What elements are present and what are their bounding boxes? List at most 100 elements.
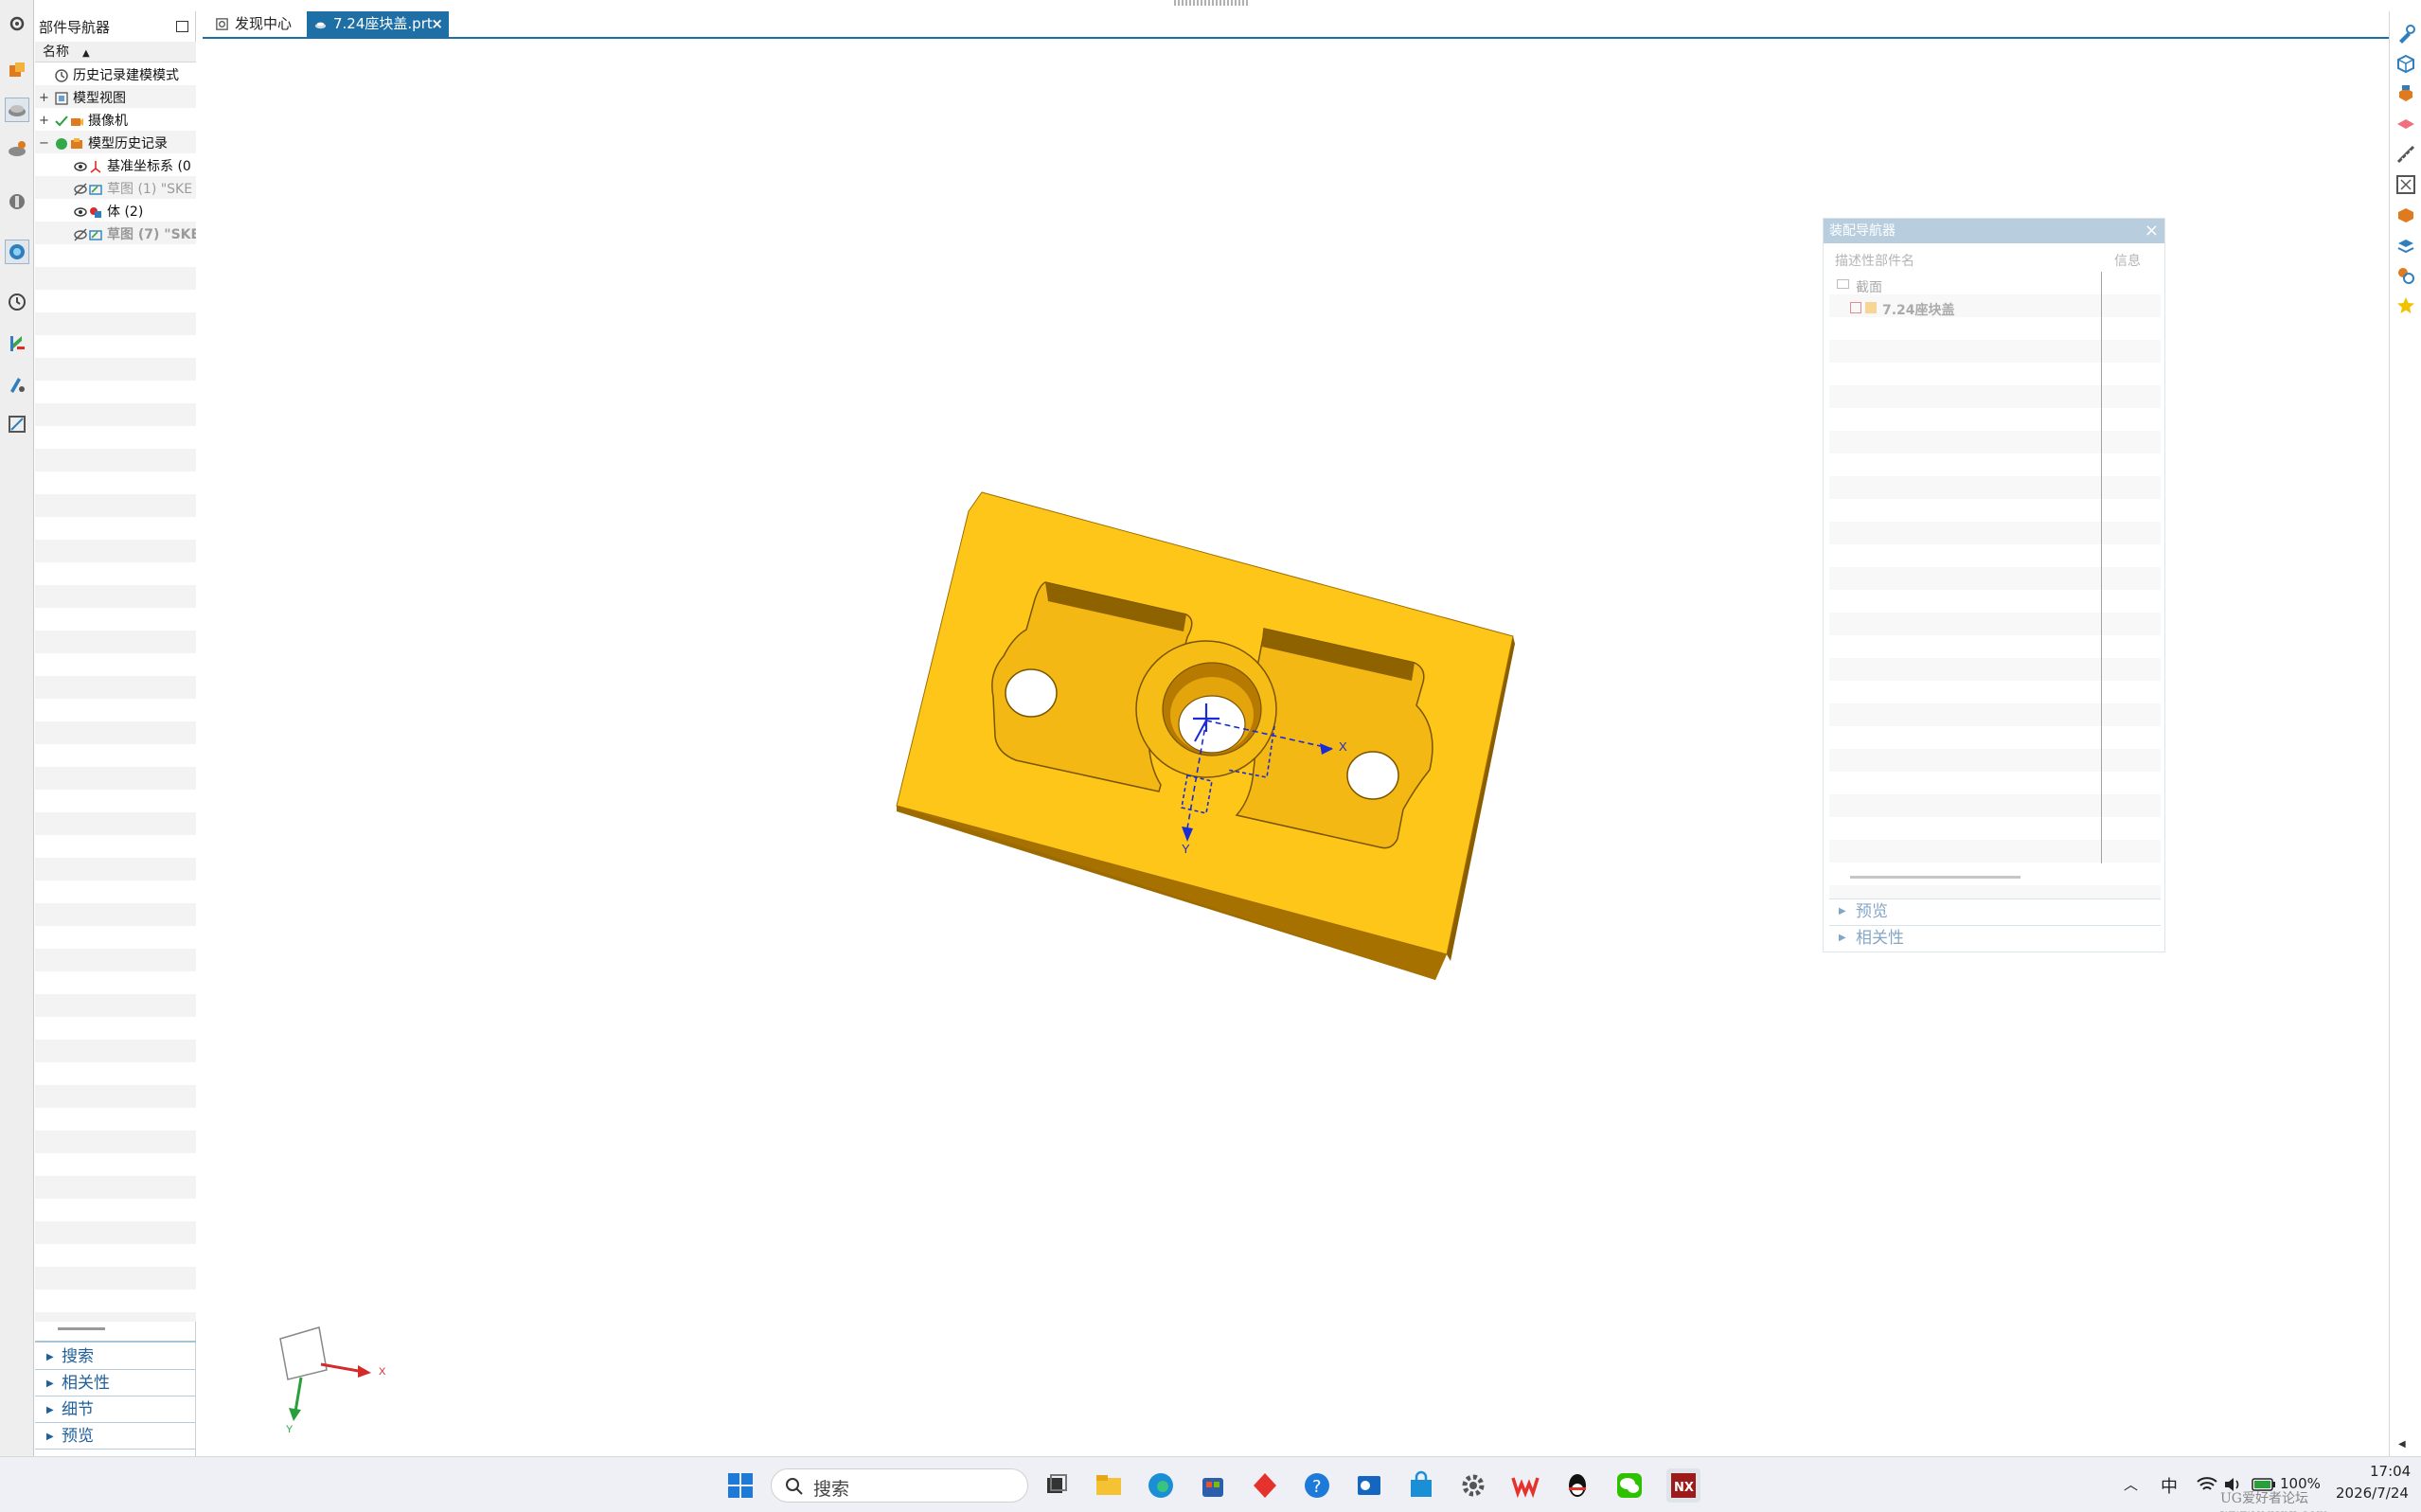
eye-hidden-icon[interactable]	[73, 227, 88, 242]
taskbar-search[interactable]: 搜索	[771, 1468, 1028, 1503]
assembly-navigator-panel[interactable]: 装配导航器 × 描述性部件名 信息 截面 7.24座块盖 ▶ 预览 ▶ 相关性	[1823, 218, 2165, 952]
settings-icon[interactable]	[1456, 1468, 1490, 1503]
tree-row-datum-csys[interactable]: 基准坐标系 (0	[35, 155, 196, 178]
window-grip[interactable]	[1174, 0, 1250, 6]
tab-discovery-center[interactable]: 发现中心	[208, 11, 303, 37]
horizontal-scrollbar[interactable]	[1850, 876, 2020, 879]
assembly-navigator-icon[interactable]	[5, 59, 29, 83]
section-search[interactable]: ▶ 搜索	[35, 1344, 196, 1370]
tree-row-sketch-1[interactable]: 草图 (1) "SKE	[35, 178, 196, 201]
history-clock-icon[interactable]	[5, 290, 29, 314]
body-icon	[90, 207, 101, 218]
expand-icon[interactable]: +	[39, 110, 49, 133]
assembly-row-part[interactable]: 7.24座块盖	[1850, 300, 1955, 319]
triad-y-label: Y	[286, 1424, 294, 1435]
file-explorer-icon[interactable]	[1092, 1468, 1126, 1503]
tree-row-model-history[interactable]: − 模型历史记录	[35, 133, 196, 155]
measure-icon[interactable]	[2394, 143, 2417, 166]
tab-part-file[interactable]: 7.24座块盖.prt ×	[307, 11, 449, 37]
assembly-column-header: 描述性部件名 信息	[1829, 251, 2161, 270]
part-file-icon	[314, 22, 327, 29]
gear-icon[interactable]	[5, 11, 29, 36]
section-details[interactable]: ▶ 细节	[35, 1397, 196, 1423]
assembly-navigator-title[interactable]: 装配导航器 ×	[1824, 219, 2164, 243]
assembly-tree	[1829, 272, 2161, 898]
plane-icon[interactable]	[2394, 113, 2417, 135]
qq-icon[interactable]	[1560, 1468, 1594, 1503]
nx-window: 部件导航器 名称 ▲ 历史记录建模模式 + 模型视图 + 摄像机 − 模型历史记…	[0, 0, 2421, 1512]
camera-icon	[71, 118, 83, 126]
ime-indicator[interactable]: 中	[2161, 1473, 2178, 1498]
section-divider[interactable]	[35, 1341, 196, 1343]
tree-row-history-mode[interactable]: 历史记录建模模式	[35, 64, 196, 87]
wifi-icon[interactable]	[2197, 1476, 2217, 1493]
section-preview[interactable]: ▶ 预览	[1829, 898, 2161, 923]
fit-view-icon[interactable]	[2394, 173, 2417, 196]
view-cube-icon[interactable]	[2394, 52, 2417, 75]
tree-row-cameras[interactable]: + 摄像机	[35, 110, 196, 133]
tab-bar: 发现中心 7.24座块盖.prt ×	[203, 9, 2390, 39]
assembly-row-sections[interactable]: 截面	[1837, 277, 1882, 296]
red-diamond-app-icon[interactable]	[1248, 1468, 1282, 1503]
right-hole	[1346, 751, 1399, 800]
favorite-star-icon[interactable]	[2394, 294, 2417, 317]
watermark: UG爱好者论坛 www.ugsnx.com	[2220, 1491, 2329, 1512]
reuse-library-icon[interactable]	[5, 137, 29, 162]
triangle-right-icon: ▶	[46, 1405, 54, 1415]
left-hole	[1005, 668, 1058, 718]
assembly-constraint-icon[interactable]	[2394, 264, 2417, 287]
expand-icon[interactable]: +	[39, 87, 49, 110]
layers-icon[interactable]	[2394, 234, 2417, 257]
help-icon[interactable]: ?	[1300, 1468, 1334, 1503]
tree-row-sketch-7[interactable]: 草图 (7) "SKE	[35, 223, 196, 246]
eye-icon[interactable]	[73, 205, 88, 220]
section-dependencies[interactable]: ▶ 相关性	[1829, 925, 2161, 950]
column-info[interactable]: 信息	[2114, 251, 2141, 270]
shaded-body-icon[interactable]	[2394, 82, 2417, 105]
wrench-icon[interactable]	[2394, 23, 2417, 45]
checkbox-checked-icon[interactable]	[1850, 302, 1861, 313]
collapse-arrow-icon[interactable]: ◀	[2398, 1439, 2406, 1450]
section-dependencies[interactable]: ▶ 相关性	[35, 1371, 196, 1396]
history-folder-icon	[71, 138, 82, 149]
eye-hidden-icon[interactable]	[73, 182, 88, 197]
hd3d-tools-icon[interactable]	[5, 189, 29, 214]
column-descriptive-name[interactable]: 描述性部件名	[1835, 251, 1914, 270]
checkmark-icon	[55, 116, 68, 127]
collapse-icon[interactable]: −	[39, 133, 49, 155]
triad-x-label: X	[379, 1366, 386, 1378]
tree-row-model-views[interactable]: + 模型视图	[35, 87, 196, 110]
eye-icon[interactable]	[73, 159, 88, 174]
shopping-bag-icon[interactable]	[1404, 1468, 1438, 1503]
wechat-icon[interactable]	[1612, 1468, 1647, 1503]
windows-start-icon[interactable]	[723, 1468, 757, 1503]
part-navigator-title: 部件导航器	[39, 19, 111, 36]
windows-taskbar: 搜索 ? NX ︿ 中 100% 17:04 2026/7/24	[0, 1456, 2421, 1512]
manufacturing-wizard-icon[interactable]	[5, 372, 29, 397]
outlook-icon[interactable]	[1352, 1468, 1386, 1503]
horizontal-scrollbar[interactable]	[58, 1327, 105, 1330]
nx-app-icon[interactable]: NX	[1666, 1468, 1700, 1503]
wps-icon[interactable]	[1508, 1468, 1542, 1503]
web-browser-icon[interactable]	[5, 240, 29, 264]
close-icon[interactable]: ×	[2145, 219, 2159, 243]
clock-time[interactable]: 17:04	[2370, 1463, 2411, 1480]
section-preview[interactable]: ▶ 预览	[35, 1424, 196, 1450]
csys-y-label: Y	[1182, 842, 1190, 856]
sort-ascending-icon: ▲	[82, 48, 90, 59]
maximize-icon[interactable]	[176, 21, 188, 32]
show-hidden-icons[interactable]: ︿	[2124, 1474, 2138, 1494]
close-tab-icon[interactable]: ×	[431, 11, 443, 37]
column-header-name[interactable]: 名称 ▲	[35, 42, 196, 62]
sketch-icon	[89, 185, 102, 195]
store-icon[interactable]	[1196, 1468, 1230, 1503]
part-navigator-icon[interactable]	[5, 98, 29, 122]
column-divider[interactable]	[2101, 272, 2102, 863]
tree-row-body[interactable]: 体 (2)	[35, 201, 196, 223]
solid-icon[interactable]	[2394, 204, 2417, 226]
system-materials-icon[interactable]	[5, 412, 29, 436]
column-name-label: 名称	[43, 44, 69, 60]
process-studio-icon[interactable]	[5, 331, 29, 356]
task-view-icon[interactable]	[1040, 1468, 1074, 1503]
edge-browser-icon[interactable]	[1144, 1468, 1178, 1503]
